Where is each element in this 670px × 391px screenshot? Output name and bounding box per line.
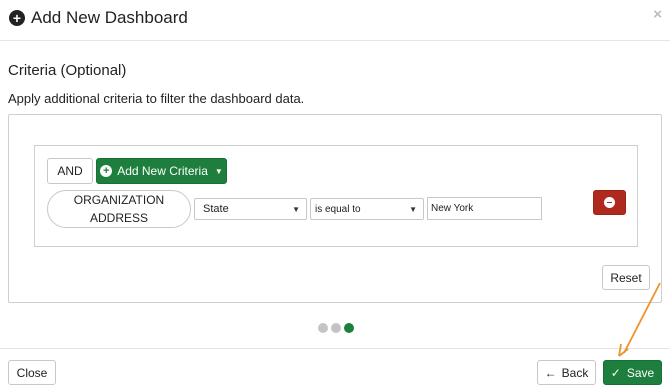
- check-icon: ✓: [610, 365, 621, 380]
- plus-circle-icon: +: [9, 10, 25, 26]
- step-dot: [318, 323, 328, 333]
- and-operator-button[interactable]: AND: [47, 158, 93, 184]
- close-button[interactable]: Close: [8, 360, 56, 385]
- footer-divider: [0, 348, 670, 349]
- minus-circle-icon: [604, 197, 615, 208]
- criteria-panel: AND + Add New Criteria ▼ ORGANIZATION AD…: [8, 114, 662, 303]
- close-icon[interactable]: ×: [653, 6, 662, 23]
- step-dot-active: [344, 323, 354, 333]
- back-button[interactable]: ← Back: [537, 360, 596, 385]
- arrow-left-icon: ←: [544, 365, 557, 380]
- remove-criteria-button[interactable]: [593, 190, 626, 215]
- reset-button[interactable]: Reset: [602, 265, 650, 290]
- add-new-criteria-label: Add New Criteria: [117, 164, 208, 178]
- step-indicator: [318, 323, 354, 333]
- dialog-title: Add New Dashboard: [31, 8, 188, 27]
- dialog-header: + Add New Dashboard ×: [0, 0, 670, 41]
- save-button[interactable]: ✓ Save: [603, 360, 662, 385]
- field-select-value: State: [203, 203, 229, 215]
- criteria-field-label: ORGANIZATION ADDRESS: [47, 190, 191, 228]
- chevron-down-icon: ▼: [292, 205, 300, 214]
- back-button-label: Back: [561, 365, 589, 380]
- annotation-arrow-head: [618, 343, 629, 357]
- chevron-down-icon: ▼: [409, 205, 417, 214]
- operator-select-value: is equal to: [315, 203, 361, 215]
- caret-down-icon: ▼: [214, 166, 223, 176]
- operator-select[interactable]: is equal to ▼: [310, 198, 424, 220]
- criteria-description: Apply additional criteria to filter the …: [8, 91, 305, 106]
- add-new-criteria-button[interactable]: + Add New Criteria ▼: [96, 158, 227, 184]
- step-dot: [331, 323, 341, 333]
- criteria-value-input[interactable]: New York: [427, 197, 542, 220]
- save-button-label: Save: [626, 365, 655, 380]
- criteria-title: Criteria (Optional): [8, 62, 127, 79]
- criteria-group: AND + Add New Criteria ▼ ORGANIZATION AD…: [34, 145, 638, 247]
- field-select[interactable]: State ▼: [194, 198, 307, 220]
- plus-circle-icon: +: [100, 165, 113, 177]
